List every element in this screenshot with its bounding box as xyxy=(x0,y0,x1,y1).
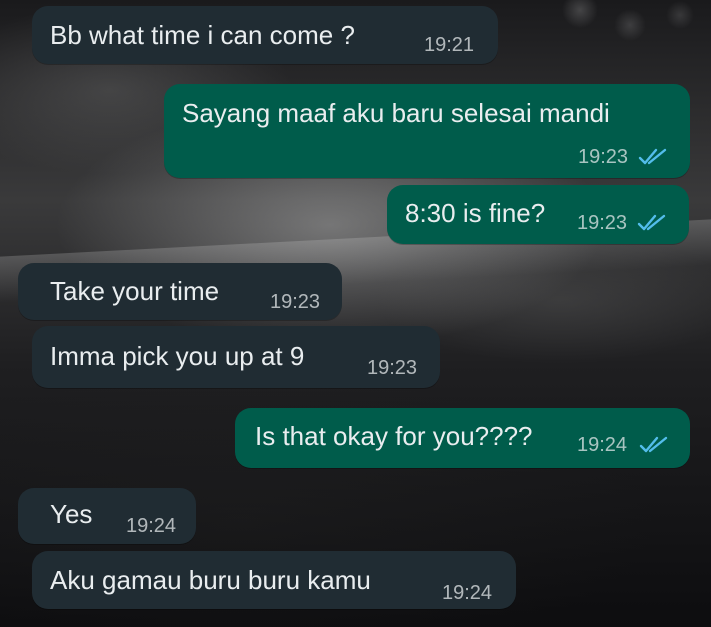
message-bubble-outgoing[interactable]: Sayang maaf aku baru selesai mandi 19:23 xyxy=(164,84,690,178)
message-time: 19:24 xyxy=(442,582,493,604)
message-time: 19:24 xyxy=(126,515,177,537)
message-bubble-incoming[interactable]: Imma pick you up at 9 19:23 xyxy=(32,326,440,388)
message-bubble-outgoing[interactable]: 8:30 is fine? 19:23 xyxy=(387,185,689,244)
double-check-read-icon xyxy=(639,436,669,454)
message-bubble-incoming[interactable]: Bb what time i can come ? 19:21 xyxy=(32,6,498,64)
double-check-read-icon xyxy=(637,214,667,232)
message-text: Bb what time i can come ? xyxy=(50,20,355,50)
message-bubble-incoming[interactable]: Aku gamau buru buru kamu 19:24 xyxy=(32,551,516,609)
message-time: 19:23 xyxy=(578,146,629,168)
message-text: Take your time xyxy=(50,276,220,306)
message-time: 19:21 xyxy=(424,34,475,56)
message-text: 8:30 is fine? xyxy=(405,198,546,228)
message-bubble-outgoing[interactable]: Is that okay for you???? 19:24 xyxy=(235,408,690,468)
message-text: Yes xyxy=(50,499,93,529)
message-time: 19:24 xyxy=(577,434,628,456)
message-text: Aku gamau buru buru kamu xyxy=(50,565,371,595)
message-text: Is that okay for you???? xyxy=(255,421,533,451)
message-text: Imma pick you up at 9 xyxy=(50,341,305,371)
message-text: Sayang maaf aku baru selesai mandi xyxy=(182,98,610,128)
message-bubble-incoming[interactable]: Take your time 19:23 xyxy=(18,263,342,320)
message-time: 19:23 xyxy=(367,357,418,379)
message-bubble-incoming[interactable]: Yes 19:24 xyxy=(18,488,196,544)
message-time: 19:23 xyxy=(270,291,321,313)
double-check-read-icon xyxy=(638,148,668,166)
message-time: 19:23 xyxy=(577,212,628,234)
